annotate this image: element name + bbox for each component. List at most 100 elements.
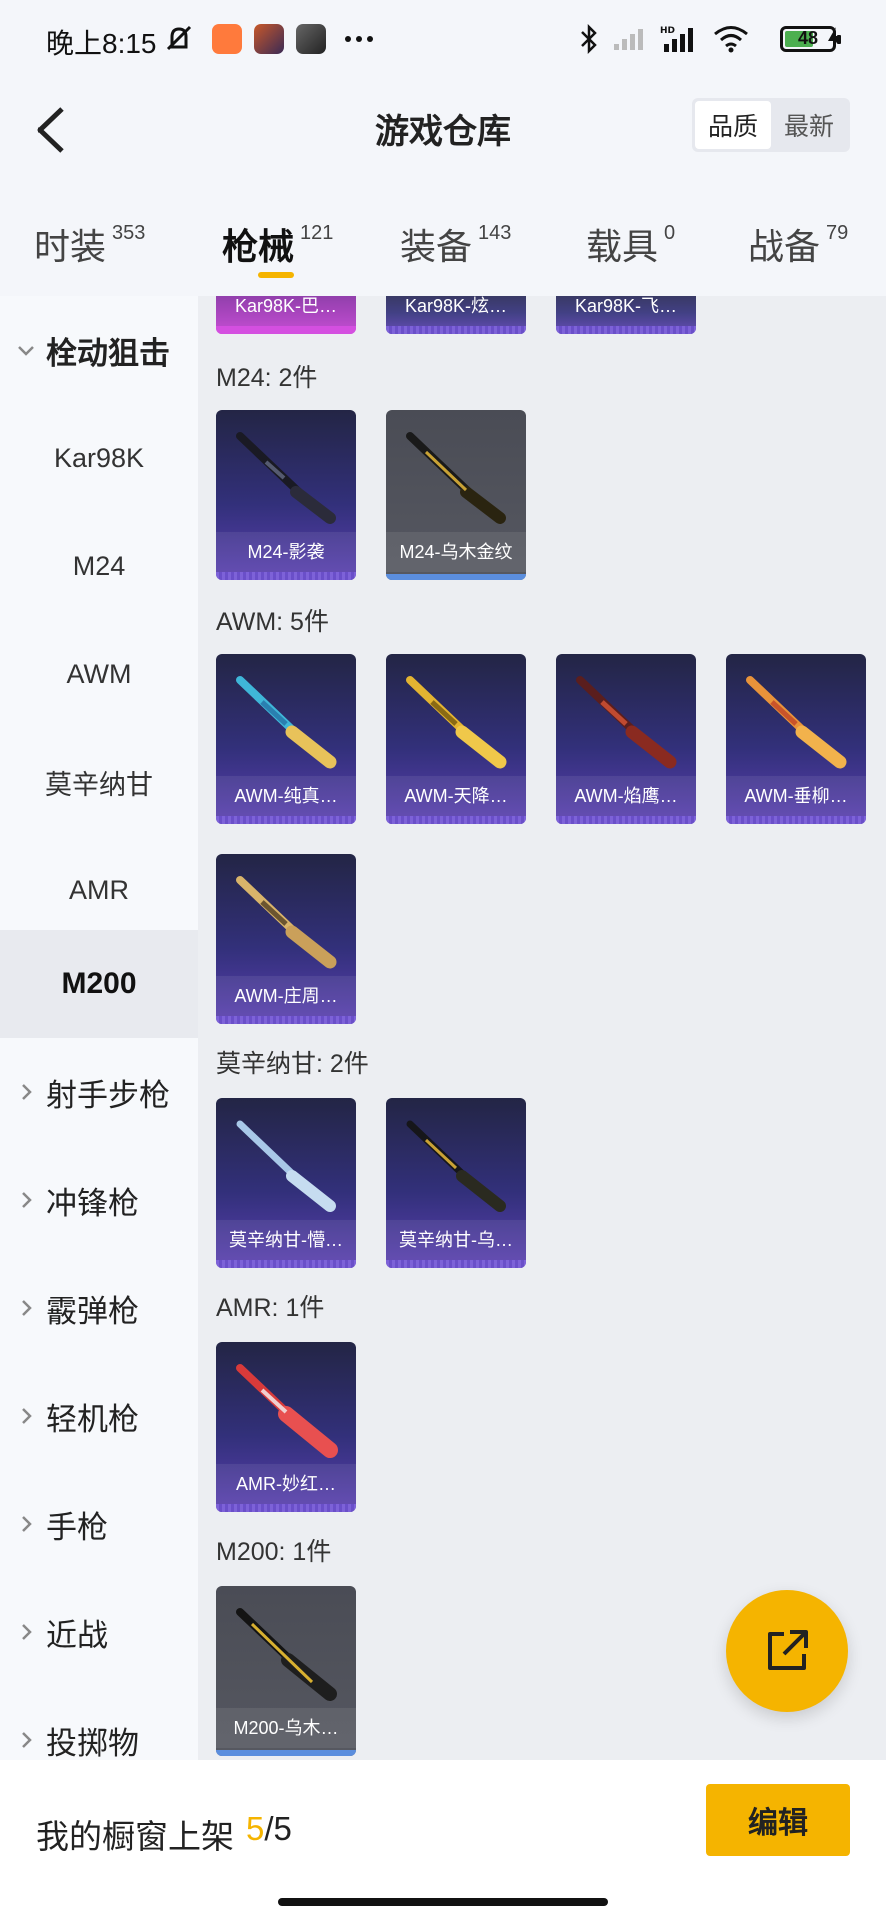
sidebar-item-mosin[interactable]: 莫辛纳甘 (0, 728, 198, 836)
sidebar-category-smg[interactable]: 冲锋枪 (0, 1146, 198, 1254)
signal-hd-icon: HD (660, 22, 700, 56)
svg-text:HD: HD (660, 26, 675, 36)
weapon-name: AWM-庄周… (216, 976, 356, 1016)
tab-vehicles[interactable]: 载具 0 (586, 218, 675, 288)
sidebar-category-label: 近战 (46, 1617, 108, 1653)
mute-icon (162, 22, 196, 56)
rifle-image (236, 676, 337, 769)
group-label-m200: M200: 1件 (216, 1538, 332, 1566)
rifle-image (406, 432, 506, 524)
showcase-max-count: 5 (273, 1810, 292, 1847)
game-app-icon (254, 22, 284, 56)
home-indicator[interactable] (278, 1898, 608, 1906)
app-notification-icon (212, 22, 242, 56)
weapon-card[interactable]: AMR-妙红… (216, 1342, 356, 1512)
weapon-card[interactable]: M200-乌木… (216, 1586, 356, 1756)
group-label-m24: M24: 2件 (216, 364, 318, 392)
sidebar-item-kar98k[interactable]: Kar98K (0, 404, 198, 512)
charging-icon (826, 22, 842, 56)
weapon-card[interactable]: AWM-垂柳… (726, 654, 866, 824)
sidebar-category-label: 霰弹枪 (46, 1293, 139, 1329)
weapon-card[interactable]: AWM-焰鹰… (556, 654, 696, 824)
sidebar-category-throwable[interactable]: 投掷物 (0, 1686, 198, 1760)
sidebar-item-amr[interactable]: AMR (0, 836, 198, 944)
chevron-right-icon (22, 1624, 32, 1640)
rifle-image (236, 432, 336, 524)
tab-label: 装备 (400, 226, 473, 267)
rifle-image (406, 676, 507, 769)
chevron-right-icon (22, 1516, 32, 1532)
weapon-card[interactable]: Kar98K-炫… (386, 296, 526, 334)
weapon-category-sidebar: 栓动狙击 Kar98K M24 AWM 莫辛纳甘 AMR M200 射手步枪 冲… (0, 296, 198, 1760)
weapon-name: AWM-焰鹰… (556, 776, 696, 816)
bottom-bar: 我的橱窗上架 5 / 5 编辑 (0, 1760, 886, 1920)
tab-count: 79 (826, 222, 849, 244)
tab-label: 战备 (748, 226, 821, 267)
weapon-card[interactable]: Kar98K-巴… (216, 296, 356, 334)
sidebar-category-label: 投掷物 (46, 1725, 139, 1761)
sidebar-category-lmg[interactable]: 轻机枪 (0, 1362, 198, 1470)
weapon-name: 莫辛纳甘-乌… (386, 1220, 526, 1260)
rifle-image (236, 1364, 338, 1458)
tab-fashion[interactable]: 时装 353 (34, 218, 145, 288)
weapon-card[interactable]: M24-影袭 (216, 410, 356, 580)
weapon-card[interactable]: 莫辛纳甘-懵… (216, 1098, 356, 1268)
header: 游戏仓库 品质 最新 (0, 80, 886, 210)
tab-count: 353 (112, 222, 146, 244)
sidebar-category-pistol[interactable]: 手枪 (0, 1470, 198, 1578)
rifle-image (746, 676, 847, 769)
sidebar-item-m24[interactable]: M24 (0, 512, 198, 620)
sidebar-category-label: 栓动狙击 (46, 335, 170, 371)
tab-count: 143 (478, 222, 512, 244)
chevron-right-icon (22, 1192, 32, 1208)
wifi-icon (712, 22, 750, 56)
weapon-name: Kar98K-炫… (386, 296, 526, 326)
chevron-right-icon (22, 1408, 32, 1424)
sidebar-category-melee[interactable]: 近战 (0, 1578, 198, 1686)
tab-supplies[interactable]: 战备 79 (748, 218, 848, 288)
sidebar-category-dmr[interactable]: 射手步枪 (0, 1038, 198, 1146)
chevron-right-icon (22, 1084, 32, 1100)
weapon-name: M200-乌木… (216, 1708, 356, 1748)
sidebar-category-shotgun[interactable]: 霰弹枪 (0, 1254, 198, 1362)
sort-latest-option[interactable]: 最新 (771, 101, 847, 149)
rifle-image (236, 876, 337, 969)
rifle-image (236, 1120, 336, 1212)
sort-toggle: 品质 最新 (692, 98, 850, 152)
tab-count: 121 (300, 222, 334, 244)
weapon-name: Kar98K-巴… (216, 296, 356, 326)
weapon-grid: Kar98K-巴… Kar98K-炫… Kar98K-飞… M24: 2件 M2… (198, 296, 886, 1760)
tab-label: 枪械 (222, 226, 295, 267)
tab-equipment[interactable]: 装备 143 (400, 218, 511, 288)
weapon-card[interactable]: AWM-庄周… (216, 854, 356, 1024)
showcase-current-count: 5 (246, 1810, 265, 1847)
rifle-image (406, 1120, 506, 1212)
group-label-mosin: 莫辛纳甘: 2件 (216, 1050, 369, 1078)
sort-quality-option[interactable]: 品质 (695, 101, 771, 149)
back-button[interactable] (20, 100, 80, 160)
sidebar-category-label: 轻机枪 (46, 1401, 139, 1437)
weapon-card[interactable]: AWM-天降… (386, 654, 526, 824)
rifle-image (576, 676, 677, 769)
game-app-icon-2 (296, 22, 326, 56)
showcase-status: 我的橱窗上架 5 / 5 (36, 1810, 292, 1858)
weapon-name: AMR-妙红… (216, 1464, 356, 1504)
sidebar-item-m200[interactable]: M200 (0, 930, 198, 1038)
more-notifications-icon (344, 22, 374, 56)
group-label-amr: AMR: 1件 (216, 1294, 325, 1322)
edit-button[interactable]: 编辑 (706, 1784, 850, 1856)
share-button[interactable] (726, 1590, 848, 1712)
tab-count: 0 (664, 222, 676, 244)
tab-label: 载具 (586, 226, 659, 267)
status-time: 晚上8:15 (46, 28, 157, 59)
weapon-card[interactable]: M24-乌木金纹 (386, 410, 526, 580)
weapon-card[interactable]: 莫辛纳甘-乌… (386, 1098, 526, 1268)
showcase-label: 我的橱窗上架 (36, 1818, 234, 1855)
weapon-card[interactable]: Kar98K-飞… (556, 296, 696, 334)
sidebar-category-label: 射手步枪 (46, 1077, 170, 1113)
sidebar-item-awm[interactable]: AWM (0, 620, 198, 728)
weapon-card[interactable]: AWM-纯真… (216, 654, 356, 824)
sidebar-category-bolt-action[interactable]: 栓动狙击 (0, 296, 198, 404)
chevron-right-icon (22, 1732, 32, 1748)
showcase-separator: / (264, 1810, 274, 1847)
